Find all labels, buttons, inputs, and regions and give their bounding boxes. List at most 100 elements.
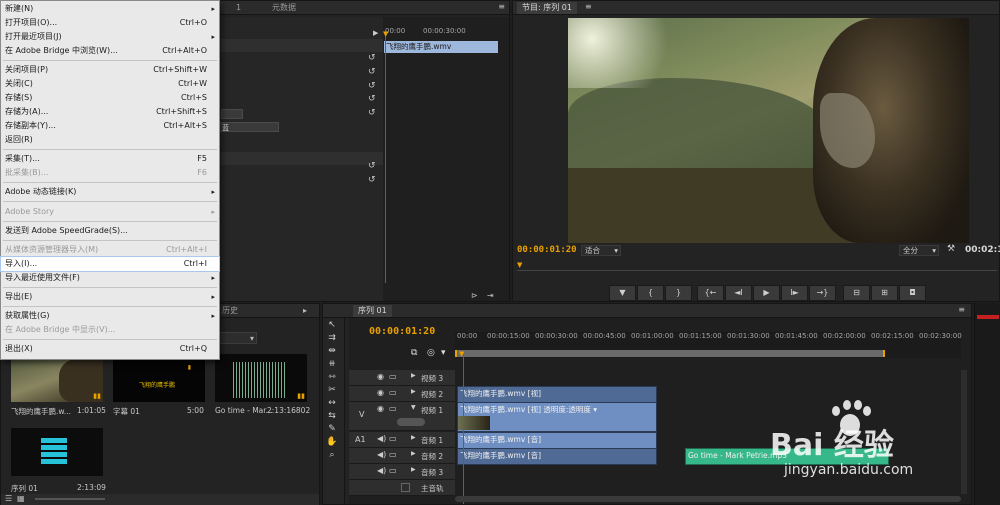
menu-item-close[interactable]: 关闭(C) Ctrl+W (1, 77, 219, 91)
add-marker-button[interactable]: ▼ (609, 285, 636, 301)
rolling-edit-tool-icon[interactable]: ⧺ (326, 359, 338, 370)
expand-icon[interactable]: ▶ (411, 388, 416, 395)
work-area-bar[interactable] (455, 350, 885, 357)
mark-out-button[interactable]: } (665, 285, 692, 301)
thumbnail-sequence[interactable] (11, 428, 103, 476)
program-current-timecode[interactable]: 00:00:01:20 (517, 245, 577, 255)
tab-metadata[interactable]: 元数据 (267, 2, 301, 14)
time-ruler[interactable]: 00:00 00:00:15:00 00:00:30:00 00:00:45:0… (455, 332, 962, 358)
ripple-edit-tool-icon[interactable]: ⇹ (326, 346, 338, 357)
timeline-current-timecode[interactable]: 00:00:01:20 (369, 326, 435, 337)
lock-icon[interactable]: ▭ (389, 466, 397, 475)
reset-icon[interactable]: ↺ (368, 53, 376, 63)
track-select-tool-icon[interactable]: ⇉ (326, 333, 338, 344)
thumbnail-audio[interactable]: ▮▮ (215, 354, 307, 402)
menu-item-get-properties[interactable]: 获取属性(G) ▸ (1, 309, 219, 323)
program-scrubber[interactable]: ▼ (517, 261, 997, 271)
eye-icon[interactable]: ◉ (377, 372, 384, 381)
menu-item-exit[interactable]: 退出(X) Ctrl+Q (1, 342, 219, 356)
extract-button[interactable]: ⊞ (871, 285, 898, 301)
timeline-clip-v1[interactable]: 飞翔的鹰手鹏.wmv [视] 透明度:透明度 ▾ (457, 402, 657, 432)
menu-item-open-project[interactable]: 打开项目(O)... Ctrl+O (1, 16, 219, 30)
tab-source-number[interactable]: 1 (231, 2, 246, 14)
panel-menu-icon[interactable]: ≡ (958, 305, 965, 314)
mark-in-button[interactable]: { (637, 285, 664, 301)
timeline-clip-a2[interactable]: 飞翔的鹰手鹏.wmv [音] (457, 448, 657, 465)
track-target-label[interactable]: A1 (355, 435, 366, 444)
panel-menu-icon[interactable]: ≡ (498, 2, 505, 11)
menu-item-save[interactable]: 存储(S) Ctrl+S (1, 91, 219, 105)
lock-icon[interactable]: ▭ (389, 372, 397, 381)
timeline-clip-v2[interactable]: 飞翔的鹰手鹏.wmv [视] (457, 386, 657, 403)
slip-tool-icon[interactable]: ↔ (326, 398, 338, 409)
zoom-slider[interactable] (35, 498, 105, 500)
panel-menu-icon[interactable]: ▸ (303, 306, 307, 315)
playhead-marker-icon[interactable]: ▼ (459, 350, 464, 358)
step-back-button[interactable]: ◄I (725, 285, 752, 301)
menu-item-revert[interactable]: 返回(R) (1, 133, 219, 147)
menu-item-import-recent[interactable]: 导入最近使用文件(F) ▸ (1, 271, 219, 285)
expand-icon[interactable]: ▶ (411, 450, 416, 457)
collapse-icon[interactable]: ▼ (411, 404, 416, 411)
timeline-clip-a1[interactable]: 飞翔的鹰手鹏.wmv [音] (457, 432, 657, 449)
reset-icon[interactable]: ↺ (368, 81, 376, 91)
wrench-icon[interactable]: ⚒ (947, 244, 955, 254)
reset-icon[interactable]: ↺ (368, 94, 376, 104)
track-target-label[interactable]: V (359, 410, 364, 419)
expand-icon[interactable]: ▶ (411, 434, 416, 441)
lock-icon[interactable]: ▭ (389, 450, 397, 459)
export-frame-icon[interactable]: ⇥ (487, 291, 494, 300)
eye-icon[interactable]: ◉ (377, 404, 384, 413)
reset-icon[interactable]: ↺ (368, 67, 376, 77)
expand-icon[interactable]: ▶ (411, 466, 416, 473)
razor-tool-icon[interactable]: ✂ (326, 385, 338, 396)
play-arrow-icon[interactable]: ▶ (373, 29, 378, 37)
hand-tool-icon[interactable]: ✋ (326, 437, 338, 448)
slide-tool-icon[interactable]: ⇆ (326, 411, 338, 422)
selection-tool-icon[interactable]: ↖ (326, 320, 338, 331)
pen-tool-icon[interactable]: ✎ (326, 424, 338, 435)
quality-dropdown[interactable]: 全分 ▾ (899, 245, 939, 256)
mode-dropdown[interactable]: 蓝 (219, 122, 279, 132)
lock-icon[interactable]: ▭ (389, 404, 397, 413)
expand-icon[interactable]: ▶ (411, 372, 416, 379)
icon-view-icon[interactable]: ▦ (17, 494, 25, 503)
menu-item-import[interactable]: 导入(I)... Ctrl+I (0, 256, 220, 272)
timeline-playhead[interactable] (463, 354, 464, 504)
panel-menu-icon[interactable]: ≡ (585, 2, 592, 11)
menu-item-close-project[interactable]: 关闭项目(P) Ctrl+Shift+W (1, 63, 219, 77)
blend-dropdown[interactable] (221, 109, 243, 119)
go-to-out-button[interactable]: →} (809, 285, 836, 301)
filter-icon[interactable]: ⊳ (471, 291, 478, 300)
speaker-icon[interactable]: ◀) (377, 466, 386, 475)
eye-icon[interactable]: ◉ (377, 388, 384, 397)
linked-icon[interactable]: ◎ (427, 348, 435, 358)
tab-program[interactable]: 节目: 序列 01 (517, 2, 577, 14)
lift-button[interactable]: ⊟ (843, 285, 870, 301)
export-frame-button[interactable]: ◘ (899, 285, 926, 301)
menu-item-send-speedgrade[interactable]: 发送到 Adobe SpeedGrade(S)... (1, 224, 219, 238)
step-forward-button[interactable]: I► (781, 285, 808, 301)
lock-icon[interactable]: ▭ (389, 388, 397, 397)
reset-icon[interactable]: ↺ (368, 175, 376, 185)
mini-clip-bar[interactable]: 飞翔的鹰手鹏.wmv (384, 41, 498, 53)
timeline-scrollbar[interactable] (455, 496, 961, 502)
go-to-in-button[interactable]: {← (697, 285, 724, 301)
reset-icon[interactable]: ↺ (368, 161, 376, 171)
zoom-tool-icon[interactable]: ⌕ (326, 450, 338, 461)
reset-icon[interactable]: ↺ (368, 108, 376, 118)
menu-item-save-as[interactable]: 存储为(A)... Ctrl+Shift+S (1, 105, 219, 119)
menu-item-browse-bridge[interactable]: 在 Adobe Bridge 中浏览(W)... Ctrl+Alt+O (1, 44, 219, 58)
playhead-marker-icon[interactable]: ▼ (383, 30, 388, 38)
project-dropdown[interactable]: ▾ (219, 332, 257, 344)
thumbnail-title[interactable]: 飞翔的鹰手鹏 ▮ (113, 354, 205, 402)
playhead-marker-icon[interactable]: ▼ (517, 261, 522, 269)
tab-sequence[interactable]: 序列 01 (353, 305, 392, 317)
speaker-icon[interactable]: ◀) (377, 434, 386, 443)
menu-item-open-recent[interactable]: 打开最近项目(J) ▸ (1, 30, 219, 44)
tab-history[interactable]: 历史 (217, 305, 243, 317)
menu-item-capture[interactable]: 采集(T)... F5 (1, 152, 219, 166)
add-marker-icon[interactable]: ▾ (441, 348, 446, 358)
menu-item-save-copy[interactable]: 存储副本(Y)... Ctrl+Alt+S (1, 119, 219, 133)
master-checkbox[interactable] (401, 483, 410, 492)
